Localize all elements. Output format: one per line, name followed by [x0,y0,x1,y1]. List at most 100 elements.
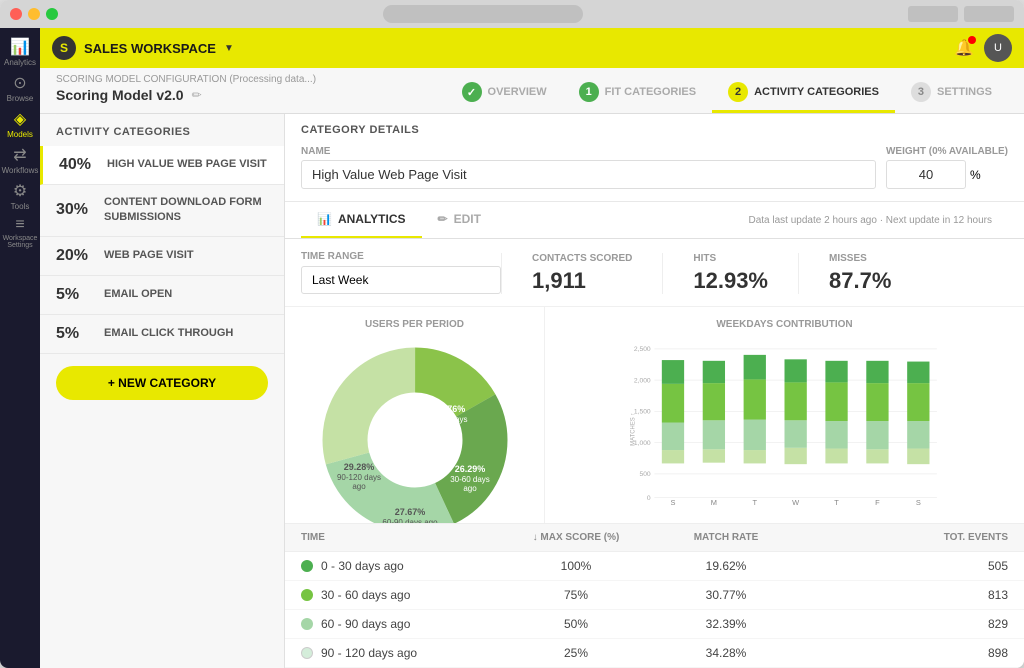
category-item-2[interactable]: 30% CONTENT DOWNLOAD FORM SUBMISSIONS [40,185,284,237]
category-pct-1: 40% [59,156,97,174]
nav-workspace-settings[interactable]: ≡ Workspace Settings [4,216,36,248]
edit-title-icon[interactable]: ✏ [192,88,202,102]
cell-match-rate-4: 34.28% [651,646,801,660]
minimize-button[interactable] [28,8,40,20]
page-title-row: Scoring Model v2.0 ✏ [56,87,316,103]
analytics-content: TIME RANGE Last Week Last Month Last 3 M… [285,239,1024,668]
cell-time-3: 60 - 90 days ago [301,617,501,631]
step-number-activity: 2 [728,82,748,102]
time-dot-4 [301,647,313,659]
svg-text:M: M [711,498,717,507]
wizard-step-overview-label: OVERVIEW [488,86,547,98]
hits-value: 12.93% [693,268,768,294]
name-input[interactable] [301,160,876,189]
category-item-3[interactable]: 20% WEB PAGE VISIT [40,237,284,276]
workspace-dropdown-arrow[interactable]: ▼ [224,43,234,54]
label-3b: 60-90 days ago [382,518,438,523]
label-2b: 30-60 days [450,475,490,484]
nav-models[interactable]: ◈ Models [4,108,36,140]
donut-chart: 16.76% 0-30 days ago 26.29% 30-60 days a… [315,340,515,523]
close-button[interactable] [10,8,22,20]
category-pct-4: 5% [56,286,94,304]
weight-input[interactable] [886,160,966,189]
bar-chart-svg: 2,500 2,000 1,500 1,000 500 0 MATCHES ↑ [561,340,1008,511]
label-2c: ago [463,484,477,493]
svg-text:F: F [875,498,880,507]
tab-edit[interactable]: ✏ EDIT [422,202,497,238]
svg-text:MATCHES ↑: MATCHES ↑ [630,413,636,446]
address-bar[interactable] [383,5,583,23]
wizard-step-fit[interactable]: 1 FIT CATEGORIES [563,74,712,113]
new-category-button[interactable]: + NEW CATEGORY [56,366,268,400]
contacts-scored-label: CONTACTS SCORED [532,253,632,264]
charts-row: USERS PER PERIOD [285,307,1024,523]
time-range-group: TIME RANGE Last Week Last Month Last 3 M… [301,251,501,294]
cell-max-score-3: 50% [501,617,651,631]
field-row: NAME WEIGHT (0% AVAILABLE) % [301,146,1008,189]
wizard-step-overview[interactable]: ✓ OVERVIEW [446,74,563,113]
cell-match-rate-1: 19.62% [651,559,801,573]
nav-back[interactable] [908,6,958,22]
svg-text:S: S [671,498,676,507]
category-name-2: CONTENT DOWNLOAD FORM SUBMISSIONS [104,195,268,226]
cell-match-rate-3: 32.39% [651,617,801,631]
svg-text:T: T [834,498,839,507]
svg-text:0: 0 [647,495,651,502]
category-name-5: EMAIL CLICK THROUGH [104,326,233,341]
category-pct-2: 30% [56,201,94,219]
wizard-step-settings-label: SETTINGS [937,86,992,98]
label-4c: ago [352,482,366,491]
cell-max-score-4: 25% [501,646,651,660]
category-item-5[interactable]: 5% EMAIL CLICK THROUGH [40,315,284,354]
wizard-step-settings[interactable]: 3 SETTINGS [895,74,1008,113]
top-bar-right: 🔔 U [954,34,1012,62]
nav-workflows[interactable]: ⇄ Workflows [4,144,36,176]
wizard-step-fit-label: FIT CATEGORIES [605,86,696,98]
top-bar: S SALES WORKSPACE ▼ 🔔 U [40,28,1024,68]
name-field-group: NAME [301,146,876,189]
maximize-button[interactable] [46,8,58,20]
bar-chart-title: WEEKDAYS CONTRIBUTION [561,319,1008,330]
nav-forward[interactable] [964,6,1014,22]
svg-text:1,000: 1,000 [634,440,651,447]
cell-match-rate-2: 30.77% [651,588,801,602]
nav-analytics[interactable]: 📊 Analytics [4,36,36,68]
table-header: TIME ↓ MAX SCORE (%) MATCH RATE TOT. EVE… [285,524,1024,552]
weight-field-group: WEIGHT (0% AVAILABLE) % [886,146,1008,189]
workflows-icon: ⇄ [13,145,26,165]
page-header: SCORING MODEL CONFIGURATION (Processing … [40,68,1024,114]
step-number-fit: 1 [579,82,599,102]
label-1: 16.76% [434,404,465,414]
title-bar [0,0,1024,28]
nav-browse[interactable]: ⊙ Browse [4,72,36,104]
wizard-step-activity-label: ACTIVITY CATEGORIES [754,86,879,98]
wizard-step-activity[interactable]: 2 ACTIVITY CATEGORIES [712,74,895,113]
label-2: 26.29% [454,464,485,474]
svg-text:W: W [792,498,799,507]
brand-icon: S [52,36,76,60]
detail-header-area: CATEGORY DETAILS NAME WEIGHT (0% AVAILAB… [285,114,1024,202]
notification-bell[interactable]: 🔔 [954,38,974,58]
name-label: NAME [301,146,876,157]
user-avatar[interactable]: U [984,34,1012,62]
time-dot-3 [301,618,313,630]
hits-block: HITS 12.93% [662,253,798,294]
col-time: TIME [301,532,501,543]
left-nav: 📊 Analytics ⊙ Browse ◈ Models ⇄ Workflow… [0,28,40,668]
label-1b: 0-30 days [432,415,467,424]
tab-analytics[interactable]: 📊 ANALYTICS [301,202,422,238]
category-item-1[interactable]: 40% HIGH VALUE WEB PAGE VISIT [40,146,284,185]
nav-tools[interactable]: ⚙ Tools [4,180,36,212]
svg-text:500: 500 [640,471,651,478]
col-match-rate: MATCH RATE [651,532,801,543]
activity-categories-sidebar: ACTIVITY CATEGORIES 40% HIGH VALUE WEB P… [40,114,285,668]
time-range-select[interactable]: Last Week Last Month Last 3 Months Last … [301,266,501,294]
step-number-settings: 3 [911,82,931,102]
cell-tot-events-3: 829 [801,617,1008,631]
main-area: S SALES WORKSPACE ▼ 🔔 U SCORING MODE [40,28,1024,668]
edit-tab-icon: ✏ [438,212,448,226]
data-table: TIME ↓ MAX SCORE (%) MATCH RATE TOT. EVE… [285,523,1024,668]
weight-suffix: % [970,168,981,182]
category-item-4[interactable]: 5% EMAIL OPEN [40,276,284,315]
tools-icon: ⚙ [13,181,27,201]
